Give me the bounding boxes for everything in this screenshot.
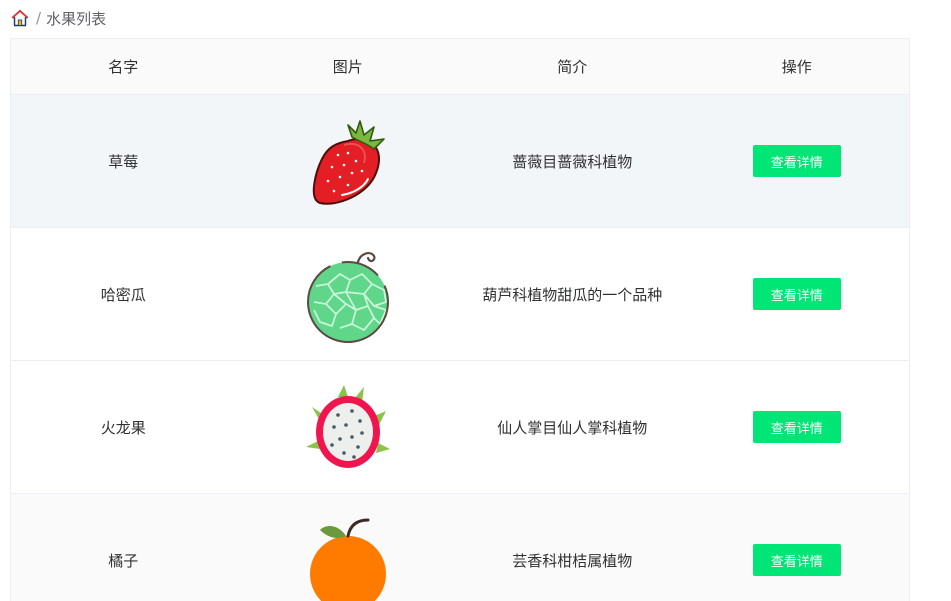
fruit-name: 哈密瓜 xyxy=(100,285,146,304)
action-cell: 查看详情 xyxy=(685,494,910,601)
fruit-table: 名字 图片 简介 操作 草莓 蔷薇目蔷薇科植物 查看详情 哈密瓜 葫芦科植物甜瓜… xyxy=(10,38,910,601)
breadcrumb-separator: / xyxy=(36,9,42,27)
view-details-button[interactable]: 查看详情 xyxy=(752,145,841,177)
breadcrumb: / 水果列表 xyxy=(11,8,106,28)
strawberry-icon xyxy=(312,120,385,205)
column-header-name: 名字 xyxy=(108,58,139,76)
table-row: 火龙果 仙人掌目仙人掌科植物 查看详情 xyxy=(11,361,909,494)
fruit-intro: 蔷薇目蔷薇科植物 xyxy=(512,152,633,171)
action-cell: 查看详情 xyxy=(685,95,910,227)
fruit-name: 草莓 xyxy=(108,152,139,171)
fruit-image xyxy=(236,494,461,601)
fruit-intro: 仙人掌目仙人掌科植物 xyxy=(497,418,648,437)
column-header-intro: 简介 xyxy=(557,58,588,76)
fruit-name: 橘子 xyxy=(108,551,139,570)
fruit-name: 火龙果 xyxy=(100,418,146,437)
table-row: 草莓 蔷薇目蔷薇科植物 查看详情 xyxy=(11,95,909,228)
cantaloupe-icon xyxy=(306,252,389,343)
view-details-button[interactable]: 查看详情 xyxy=(752,278,841,310)
fruit-intro: 芸香科柑桔属植物 xyxy=(512,551,633,570)
breadcrumb-current: 水果列表 xyxy=(46,9,107,28)
action-cell: 查看详情 xyxy=(685,228,910,360)
fruit-intro: 葫芦科植物甜瓜的一个品种 xyxy=(482,285,663,304)
table-row: 哈密瓜 葫芦科植物甜瓜的一个品种 查看详情 xyxy=(11,228,909,361)
action-cell: 查看详情 xyxy=(685,361,910,493)
fruit-image xyxy=(236,228,461,360)
dragonfruit-icon xyxy=(305,385,390,468)
table-header: 名字 图片 简介 操作 xyxy=(11,39,909,95)
view-details-button[interactable]: 查看详情 xyxy=(752,544,841,576)
home-icon[interactable] xyxy=(11,9,29,27)
view-details-button[interactable]: 查看详情 xyxy=(752,411,841,443)
table-row: 橘子 芸香科柑桔属植物 查看详情 xyxy=(11,494,909,601)
column-header-action: 操作 xyxy=(781,58,812,76)
fruit-image xyxy=(236,361,461,493)
column-header-image: 图片 xyxy=(332,58,363,76)
fruit-image xyxy=(236,95,461,227)
orange-icon xyxy=(309,518,386,601)
